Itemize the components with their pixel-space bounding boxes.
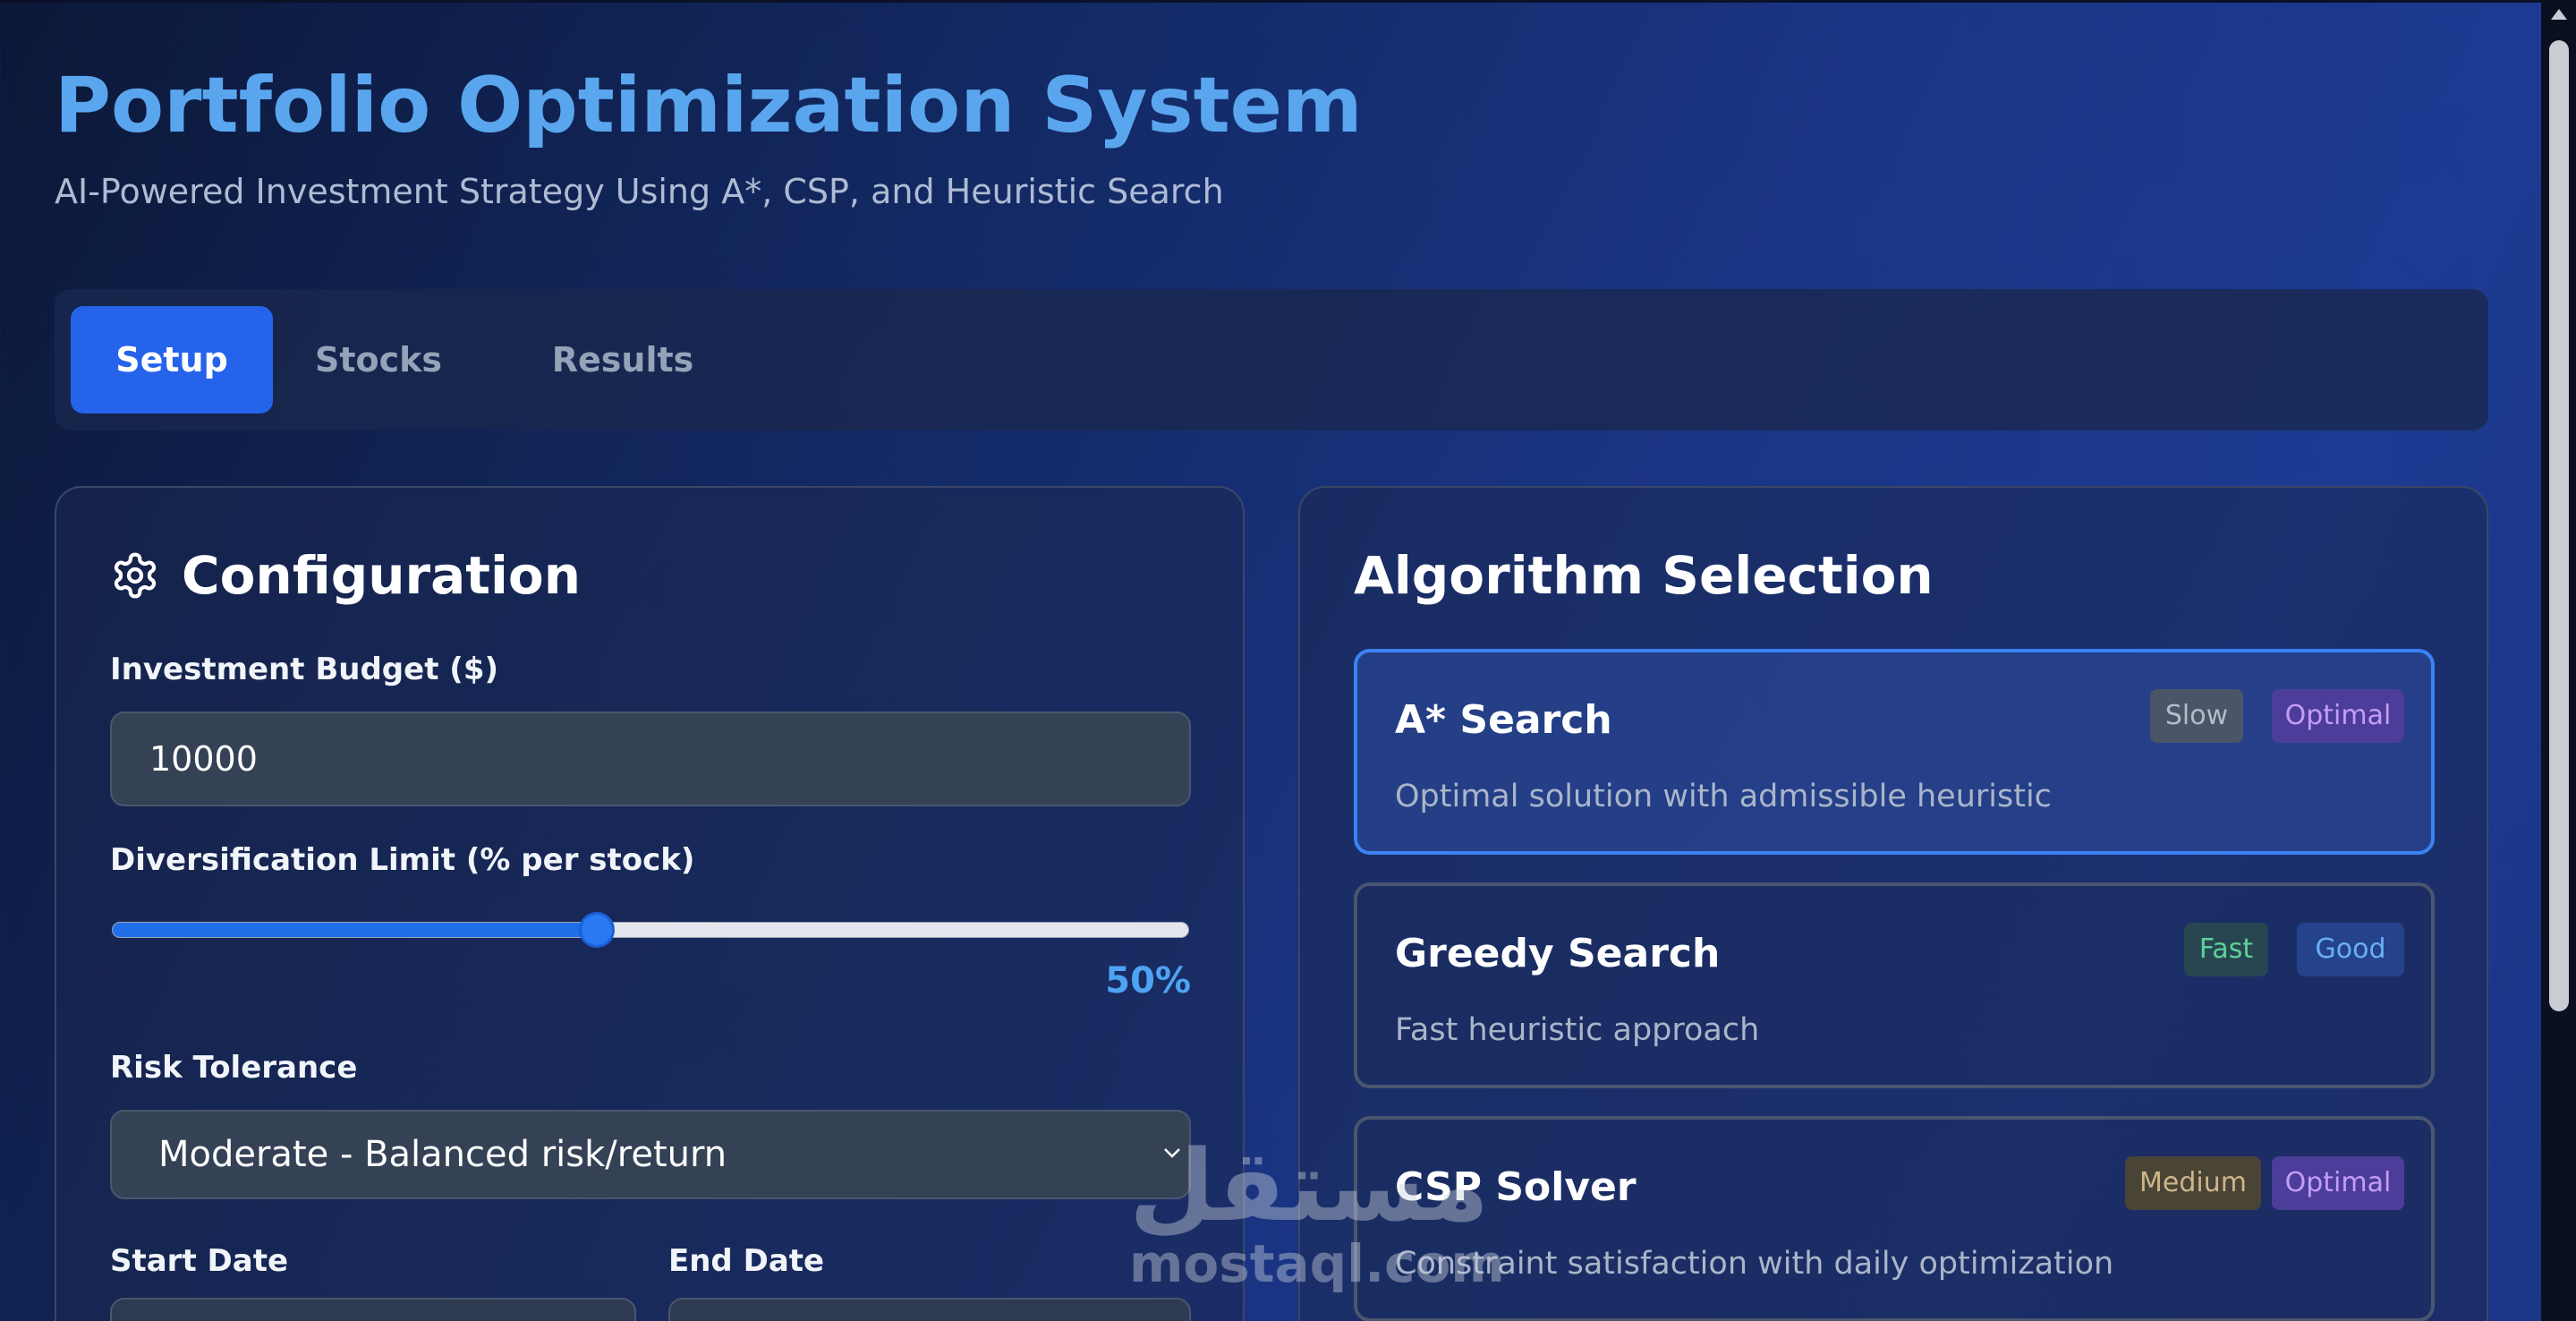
risk-label: Risk Tolerance xyxy=(110,1050,358,1086)
scroll-up-arrow-icon[interactable] xyxy=(2551,9,2567,20)
algorithm-description: Optimal solution with admissible heurist… xyxy=(1395,779,2052,814)
tab-setup[interactable]: Setup xyxy=(71,306,273,413)
watermark-arabic: مستقل xyxy=(1129,1129,1490,1243)
slider-fill xyxy=(113,923,597,937)
end-date-input[interactable] xyxy=(668,1298,1191,1321)
tab-results[interactable]: Results xyxy=(545,306,701,413)
configuration-heading: Configuration xyxy=(182,545,581,606)
scrollbar-thumb[interactable] xyxy=(2549,40,2569,1011)
end-date-label: End Date xyxy=(668,1243,825,1279)
algorithm-option-astar[interactable]: A* Search Slow Optimal Optimal solution … xyxy=(1354,649,2435,855)
risk-select-value: Moderate - Balanced risk/return xyxy=(158,1134,727,1175)
speed-badge: Medium xyxy=(2125,1156,2261,1210)
diversification-value: 50% xyxy=(1105,960,1191,1001)
algorithm-name: A* Search xyxy=(1395,697,1612,743)
vertical-scrollbar[interactable] xyxy=(2541,0,2576,1321)
algorithm-option-csp[interactable]: CSP Solver Medium Optimal Constraint sat… xyxy=(1354,1116,2435,1321)
algorithm-description: Fast heuristic approach xyxy=(1395,1012,1760,1048)
algorithm-selection-heading: Algorithm Selection xyxy=(1354,545,1934,606)
gear-icon xyxy=(114,552,157,599)
quality-badge: Good xyxy=(2297,923,2404,976)
start-date-input[interactable] xyxy=(110,1298,636,1321)
diversification-label: Diversification Limit (% per stock) xyxy=(110,842,695,878)
page-title: Portfolio Optimization System xyxy=(55,61,1363,150)
start-date-label: Start Date xyxy=(110,1243,289,1279)
budget-label: Investment Budget ($) xyxy=(110,652,499,687)
configuration-card: Configuration Investment Budget ($) 1000… xyxy=(55,486,1245,1321)
tab-bar: Setup Stocks Results xyxy=(55,289,2488,430)
risk-select[interactable]: Moderate - Balanced risk/return xyxy=(110,1110,1191,1199)
watermark-logo: مستقل mostaql.com xyxy=(1129,1128,1505,1298)
quality-badge: Optimal xyxy=(2272,1156,2404,1210)
slider-thumb[interactable] xyxy=(578,912,615,948)
top-border xyxy=(0,0,2541,3)
diversification-slider[interactable] xyxy=(112,912,1189,948)
algorithm-option-greedy[interactable]: Greedy Search Fast Good Fast heuristic a… xyxy=(1354,882,2435,1088)
speed-badge: Slow xyxy=(2150,689,2243,743)
budget-input[interactable]: 10000 xyxy=(110,712,1191,806)
quality-badge: Optimal xyxy=(2272,689,2404,743)
speed-badge: Fast xyxy=(2184,923,2268,976)
algorithm-name: Greedy Search xyxy=(1395,931,1721,976)
watermark-latin: mostaql.com xyxy=(1129,1233,1505,1294)
page-subtitle: AI-Powered Investment Strategy Using A*,… xyxy=(55,172,1224,211)
tab-stocks[interactable]: Stocks xyxy=(307,306,450,413)
